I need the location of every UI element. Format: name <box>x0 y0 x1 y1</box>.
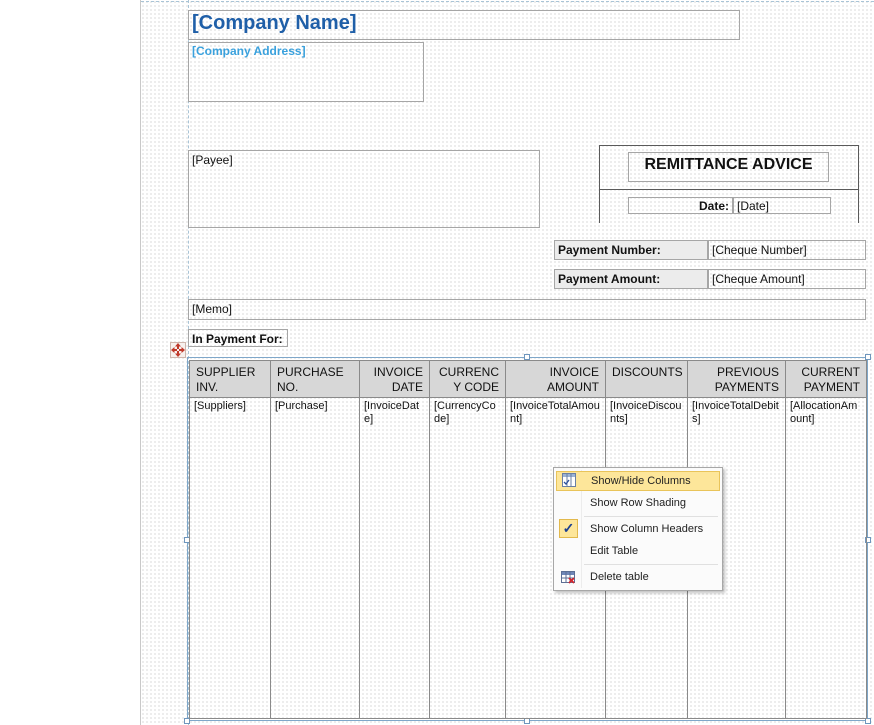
column-header-current-payment[interactable]: CURRENT PAYMENT <box>785 360 867 398</box>
menu-item-label: Show Row Shading <box>590 497 687 509</box>
menu-item-show-hide-columns[interactable]: Show/Hide Columns <box>556 471 720 491</box>
cell-current-payment[interactable]: [AllocationAmount] <box>785 397 867 719</box>
column-header-invoice-date[interactable]: INVOICE DATE <box>359 360 430 398</box>
page-margin-top <box>141 1 874 2</box>
menu-item-delete-table[interactable]: Delete table <box>556 567 720 587</box>
menu-item-label: Edit Table <box>590 545 639 557</box>
payee-field[interactable]: [Payee] <box>188 150 540 228</box>
remittance-advice-divider <box>599 189 859 190</box>
table-header-row: SUPPLIER INV. PURCHASE NO. INVOICE DATE … <box>189 360 867 398</box>
cell-currency-code[interactable]: [CurrencyCode] <box>429 397 506 719</box>
column-header-discounts[interactable]: DISCOUNTS <box>605 360 688 398</box>
cell-purchase[interactable]: [Purchase] <box>270 397 360 719</box>
menu-item-label: Show/Hide Columns <box>591 475 691 487</box>
column-header-currency-code[interactable]: CURRENCY CODE <box>429 360 506 398</box>
cell-invoice-date[interactable]: [InvoiceDate] <box>359 397 430 719</box>
delete-table-icon <box>561 571 575 584</box>
menu-item-label: Show Column Headers <box>590 523 704 535</box>
table-row: [Suppliers] [Purchase] [InvoiceDate] [Cu… <box>189 397 867 719</box>
checkmark-icon: ✓ <box>559 519 578 538</box>
payment-number-field[interactable]: [Cheque Number] <box>708 240 866 260</box>
table-move-handle-icon[interactable] <box>170 342 186 358</box>
menu-item-show-row-shading[interactable]: Show Row Shading <box>556 493 720 513</box>
column-header-previous-payments[interactable]: PREVIOUS PAYMENTS <box>687 360 786 398</box>
columns-icon <box>562 473 576 487</box>
column-header-supplier-inv[interactable]: SUPPLIER INV. <box>189 360 271 398</box>
cell-suppliers[interactable]: [Suppliers] <box>189 397 271 719</box>
company-address-field[interactable]: [Company Address] <box>188 42 424 102</box>
invoice-table[interactable]: SUPPLIER INV. PURCHASE NO. INVOICE DATE … <box>189 360 867 719</box>
menu-item-show-column-headers[interactable]: ✓ Show Column Headers <box>556 519 720 539</box>
column-header-invoice-amount[interactable]: INVOICE AMOUNT <box>505 360 606 398</box>
in-payment-for-label[interactable]: In Payment For: <box>188 329 288 347</box>
memo-field[interactable]: [Memo] <box>188 299 866 320</box>
menu-separator <box>584 516 718 517</box>
menu-item-label: Delete table <box>590 571 649 583</box>
payment-amount-label[interactable]: Payment Amount: <box>554 269 708 289</box>
date-label[interactable]: Date: <box>628 197 733 214</box>
remittance-advice-title[interactable]: REMITTANCE ADVICE <box>628 152 829 182</box>
table-context-menu: Show/Hide Columns Show Row Shading ✓ Sho… <box>553 467 723 591</box>
company-name-field[interactable]: [Company Name] <box>188 10 740 40</box>
menu-separator <box>584 564 718 565</box>
menu-item-edit-table[interactable]: Edit Table <box>556 541 720 561</box>
payment-number-label[interactable]: Payment Number: <box>554 240 708 260</box>
date-field[interactable]: [Date] <box>733 197 831 214</box>
payment-amount-field[interactable]: [Cheque Amount] <box>708 269 866 289</box>
column-header-purchase-no[interactable]: PURCHASE NO. <box>270 360 360 398</box>
